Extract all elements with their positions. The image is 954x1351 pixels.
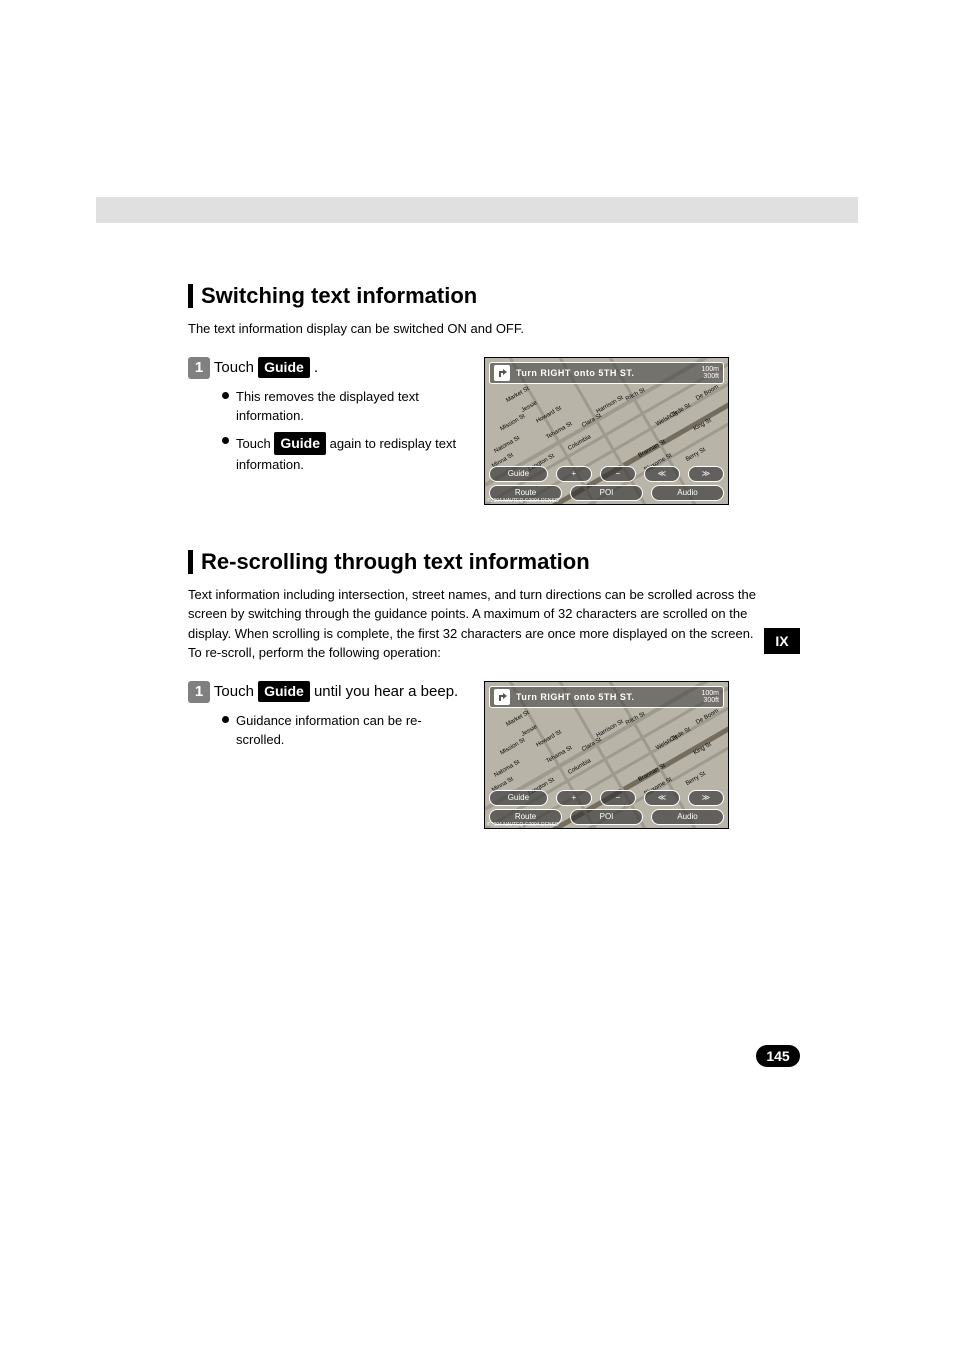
scroll-fwd-button[interactable]: ≫: [688, 790, 724, 806]
bullet-list: Guidance information can be re-scrolled.: [188, 711, 460, 750]
scale-top: 100m: [701, 690, 719, 697]
step-pre-text: Touch: [214, 359, 258, 376]
street-label: Natoma St: [493, 759, 521, 778]
guidance-text: Turn RIGHT onto 5TH ST.: [516, 692, 634, 702]
map-copyright: ©2004 NAVTEQ ©2004 DENSO: [487, 822, 559, 828]
step-row-2: 1 Touch Guide until you hear a beep. Gui…: [188, 681, 762, 829]
step-row-1: 1 Touch Guide . This removes the display…: [188, 357, 762, 505]
street-label: Mission St: [499, 737, 526, 756]
scroll-back-button[interactable]: ≪: [644, 466, 680, 482]
step-number-badge: 1: [188, 681, 210, 703]
guide-button[interactable]: Guide: [489, 466, 548, 482]
nav-screenshot: Market St Jessie Mission St Howard St Cl…: [484, 357, 729, 505]
guide-button[interactable]: Guide: [489, 790, 548, 806]
list-item: Touch Guide again to redisplay text info…: [222, 432, 460, 475]
step-pre-text: Touch: [214, 683, 258, 700]
scroll-fwd-button[interactable]: ≫: [688, 466, 724, 482]
bullet-text: This removes the displayed text informat…: [236, 389, 419, 424]
list-item: Guidance information can be re-scrolled.: [222, 711, 460, 750]
poi-button[interactable]: POI: [570, 485, 643, 501]
guide-button-label: Guide: [258, 681, 310, 703]
heading-bar-icon: [188, 284, 193, 308]
heading-bar-icon: [188, 550, 193, 574]
zoom-in-button[interactable]: +: [556, 466, 592, 482]
page-content: Switching text information The text info…: [188, 283, 762, 829]
section-intro: The text information display can be swit…: [188, 319, 762, 339]
map-guidance-bar: Turn RIGHT onto 5TH ST. 100m 300ft: [489, 686, 724, 708]
street-label: Jessie: [521, 724, 539, 738]
street-label: Natoma St: [493, 435, 521, 454]
step-text-column: 1 Touch Guide . This removes the display…: [188, 357, 460, 481]
step-text-column: 1 Touch Guide until you hear a beep. Gui…: [188, 681, 460, 756]
guide-button-label: Guide: [274, 432, 326, 455]
section-heading-1: Switching text information: [188, 283, 762, 309]
bullet-pre: Touch: [236, 436, 274, 451]
street-label: Clyde St: [669, 402, 692, 419]
turn-right-icon: [494, 365, 510, 381]
step-number-badge: 1: [188, 357, 210, 379]
map-copyright: ©2004 NAVTEQ ©2004 DENSO: [487, 498, 559, 504]
street-label: Market St: [505, 709, 530, 727]
nav-screenshot: Market St Jessie Mission St Howard St Cl…: [484, 681, 729, 829]
step-post-text: .: [310, 359, 318, 376]
page-number-badge: 145: [756, 1045, 800, 1067]
guidance-text: Turn RIGHT onto 5TH ST.: [516, 368, 634, 378]
section-title: Switching text information: [201, 283, 477, 309]
bullet-text: Guidance information can be re-scrolled.: [236, 713, 422, 748]
zoom-out-button[interactable]: −: [600, 466, 636, 482]
audio-button[interactable]: Audio: [651, 485, 724, 501]
audio-button[interactable]: Audio: [651, 809, 724, 825]
chapter-tab: IX: [764, 628, 800, 654]
zoom-out-button[interactable]: −: [600, 790, 636, 806]
street-label: Jessie: [521, 400, 539, 414]
scale-top: 100m: [701, 366, 719, 373]
map-button-row-1: Guide + − ≪ ≫: [489, 466, 724, 482]
scale-bot: 300ft: [701, 697, 719, 704]
scroll-back-button[interactable]: ≪: [644, 790, 680, 806]
section-intro: Text information including intersection,…: [188, 585, 762, 663]
bullet-list: This removes the displayed text informat…: [188, 387, 460, 475]
map-button-row-1: Guide + − ≪ ≫: [489, 790, 724, 806]
street-label: Clyde St: [669, 726, 692, 743]
section-heading-2: Re-scrolling through text information: [188, 549, 762, 575]
map-guidance-bar: Turn RIGHT onto 5TH ST. 100m 300ft: [489, 362, 724, 384]
guide-button-label: Guide: [258, 357, 310, 379]
step-post-text: until you hear a beep.: [310, 683, 458, 700]
scale-bot: 300ft: [701, 373, 719, 380]
map-scale: 100m 300ft: [701, 366, 719, 380]
zoom-in-button[interactable]: +: [556, 790, 592, 806]
section-title: Re-scrolling through text information: [201, 549, 590, 575]
street-label: Mission St: [499, 413, 526, 432]
street-label: Market St: [505, 385, 530, 403]
map-scale: 100m 300ft: [701, 690, 719, 704]
step-instruction: 1 Touch Guide .: [188, 357, 460, 379]
page-header-bar: [96, 197, 858, 223]
list-item: This removes the displayed text informat…: [222, 387, 460, 426]
section-2: Re-scrolling through text information Te…: [188, 549, 762, 829]
poi-button[interactable]: POI: [570, 809, 643, 825]
step-instruction: 1 Touch Guide until you hear a beep.: [188, 681, 460, 703]
turn-right-icon: [494, 689, 510, 705]
